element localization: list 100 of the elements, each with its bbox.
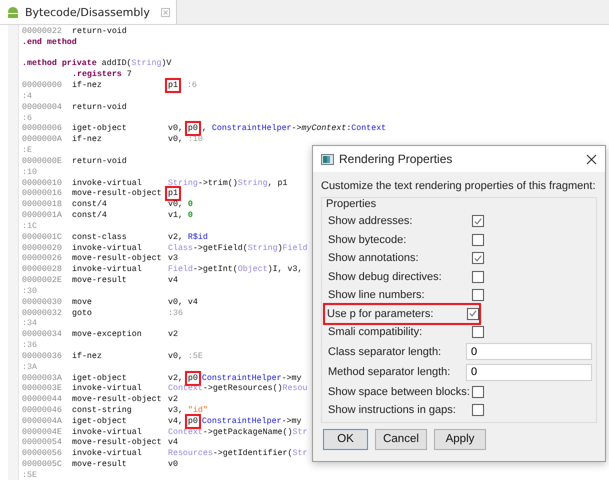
opcode-text: invoke-virtual [72, 265, 143, 276]
label-text: :4 [22, 92, 32, 103]
operand-text: :5E [188, 352, 203, 361]
dialog-button[interactable]: OK [323, 428, 368, 450]
operand-text: ConstraintHelper [202, 374, 282, 382]
option-label: Show bytecode: [328, 234, 408, 246]
operand-text: v4 [168, 438, 178, 448]
label-text: :1C [22, 222, 37, 233]
address-text: 00000036 [22, 352, 63, 363]
operand-text: Resources [168, 449, 213, 458]
address-text: 00000010 [22, 178, 63, 190]
address-text: 0000005C [22, 460, 63, 471]
operand-text: Field [282, 244, 308, 253]
directive-text: .registers [72, 70, 122, 80]
opcode-text: return-void [72, 156, 128, 168]
checkbox[interactable] [472, 234, 484, 246]
address-text: 00000056 [22, 449, 63, 460]
opcode-text: invoke-virtual [72, 449, 143, 460]
option-label: Show line numbers: [328, 289, 426, 302]
input-field[interactable]: 0 [466, 343, 592, 360]
operand-text: v2, [168, 374, 184, 382]
operand-text: ->getIdentifier( [212, 449, 292, 458]
opcode-text: move-result [72, 460, 128, 471]
address-text: 0000004A [22, 416, 63, 428]
highlighted-operand: p1 [168, 189, 178, 198]
directive-text: 7 [126, 70, 132, 80]
operand-text: ->trim() [198, 178, 238, 188]
opcode-text: return-void [72, 27, 128, 38]
label-text: :3A [22, 362, 37, 374]
opcode-text: const/4 [72, 211, 108, 222]
operand-text: ->getPackageName() [202, 428, 292, 437]
checkbox[interactable] [472, 386, 484, 398]
opcode-text: const-string [72, 406, 133, 417]
operand-text: ConstraintHelper [212, 124, 292, 134]
directive-text: addID( [100, 59, 132, 68]
editor-tab[interactable]: Bytecode/Disassembly [0, 0, 177, 24]
description-text: Customize the text rendering properties of this fragment: [321, 180, 597, 192]
opcode-text: invoke-virtual [72, 384, 143, 395]
operand-text: ->getInt( [192, 265, 238, 274]
operand-text: Context [168, 384, 203, 394]
address-text: 00000022 [22, 27, 63, 38]
operand-text: Object [238, 265, 268, 274]
operand-text: R$id [188, 232, 208, 242]
opcode-text: invoke-virtual [72, 244, 143, 254]
checkbox[interactable] [472, 289, 484, 302]
operand-text: String [168, 178, 198, 188]
group-title: Properties [326, 198, 378, 210]
checkbox[interactable] [472, 404, 484, 416]
opcode-text: move-result-object [72, 254, 163, 265]
operand-text: v3 [168, 254, 178, 264]
checkbox[interactable] [467, 308, 479, 320]
operand-text: v0, [168, 124, 184, 134]
address-text: 00000006 [22, 124, 63, 136]
checkbox[interactable] [472, 326, 484, 338]
option-label: Method separator length: [328, 366, 452, 378]
window-icon [321, 154, 334, 164]
operand-text: Str [292, 428, 308, 437]
checkbox[interactable] [472, 215, 484, 228]
operand-text: v1, [168, 211, 184, 220]
address-text: 0000001A [22, 211, 63, 222]
address-text: 00000034 [22, 330, 63, 342]
input-field[interactable]: 0 [466, 364, 592, 381]
label-text: :34 [22, 319, 37, 330]
operand-text: v3, [168, 406, 184, 415]
operand-text: ->my [282, 374, 302, 382]
address-text: 00000016 [22, 189, 63, 200]
close-icon[interactable] [586, 154, 597, 164]
option-label: Show space between blocks: [328, 386, 471, 398]
checkbox[interactable] [472, 252, 484, 264]
operand-text: v0, v4 [168, 298, 198, 307]
opcode-text: move-result-object [72, 438, 163, 449]
opcode-text: if-nez [72, 135, 103, 146]
operand-text: , p1 [268, 178, 288, 188]
operand-text: v4 [168, 276, 178, 286]
address-text: 0000003E [22, 384, 63, 396]
option-label: Smali compatibility: [328, 326, 424, 338]
address-text: 00000044 [22, 395, 63, 406]
operand-text: Resou [282, 384, 308, 394]
address-text: 0000004E [22, 428, 63, 438]
label-text: :E [22, 146, 32, 157]
address-text: 00000018 [22, 200, 63, 212]
dialog-button[interactable]: Apply [434, 428, 486, 450]
label-text: :6 [22, 114, 32, 124]
dialog-button[interactable]: Cancel [375, 428, 427, 450]
operand-text: 0 [188, 200, 193, 210]
opcode-text: if-nez [72, 352, 103, 363]
directive-text: .end method [22, 38, 77, 47]
operand-text: v0 [168, 460, 178, 470]
checkbox[interactable] [472, 270, 484, 283]
operand-text: ConstraintHelper [202, 416, 282, 426]
operand-text: Context [168, 428, 203, 437]
option-label: Show annotations: [328, 252, 420, 264]
android-icon [6, 5, 20, 19]
operand-text: v2 [168, 395, 178, 404]
address-text: 0000000A [22, 135, 63, 146]
directive-text: )V [161, 59, 172, 68]
address-text: 0000000E [22, 156, 63, 168]
address-text: 00000020 [22, 244, 63, 254]
address-text: 00000032 [22, 308, 63, 320]
operand-text: , [202, 124, 208, 134]
